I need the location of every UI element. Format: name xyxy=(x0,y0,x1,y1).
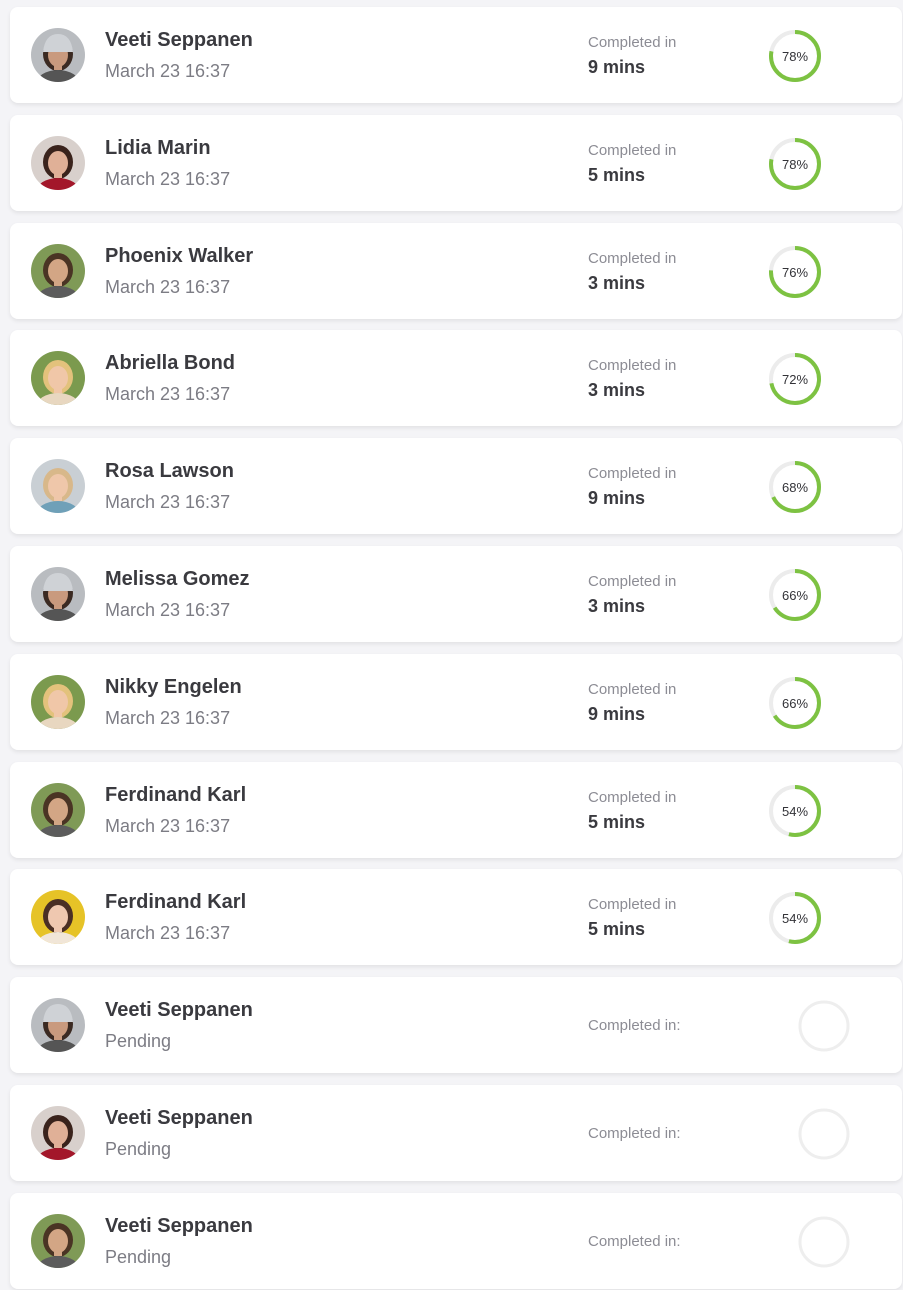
score-label: 76% xyxy=(782,265,808,280)
completion-duration: 5 mins xyxy=(588,811,646,832)
completed-in-label: Completed in xyxy=(588,249,677,267)
avatar xyxy=(31,28,85,82)
score-ring-empty xyxy=(796,998,852,1054)
completion-date: March 23 16:37 xyxy=(105,384,231,405)
score-ring: 68% xyxy=(766,458,824,516)
participant-name: Phoenix Walker xyxy=(105,244,254,267)
pending-status: Pending xyxy=(105,1246,172,1267)
completion-duration: 5 mins xyxy=(588,919,646,940)
avatar xyxy=(31,351,85,406)
score-ring: 54% xyxy=(766,889,824,947)
empty-progress-ring xyxy=(798,1000,850,1052)
participant-name: Ferdinand Karl xyxy=(105,783,247,806)
participant-name: Veeti Seppanen xyxy=(105,29,253,51)
completion-date: March 23 16:37 xyxy=(105,707,231,728)
participant-name: Melissa Gomez xyxy=(105,568,250,590)
completed-in-label: Completed in xyxy=(588,357,677,375)
avatar xyxy=(31,890,85,945)
participant-name: Veeti Seppanen xyxy=(105,1214,253,1237)
pending-status: Pending xyxy=(105,1139,172,1159)
score-ring: 72% xyxy=(766,350,824,408)
avatar xyxy=(31,135,85,190)
completion-date: March 23 16:37 xyxy=(105,815,231,836)
participant-name: Rosa Lawson xyxy=(105,460,234,483)
completion-duration: 9 mins xyxy=(588,703,646,724)
pending-status: Pending xyxy=(105,1031,172,1052)
avatar xyxy=(31,1106,85,1160)
avatar xyxy=(31,1213,85,1268)
score-label: 66% xyxy=(782,696,808,711)
avatar xyxy=(31,998,85,1053)
completion-date: March 23 16:37 xyxy=(105,61,231,81)
empty-progress-ring xyxy=(798,1216,850,1268)
result-card[interactable]: Veeti Seppanen March 23 16:37 Completed in… xyxy=(10,7,902,103)
result-card[interactable]: Melissa Gomez March 23 16:37 Completed in 3… xyxy=(10,546,902,642)
participant-name: Veeti Seppanen xyxy=(105,1107,253,1129)
avatar xyxy=(31,243,85,298)
completed-in-label: Completed in xyxy=(588,680,677,698)
completion-duration: 3 mins xyxy=(588,380,646,401)
result-card[interactable]: Phoenix Walker March 23 16:37 Completed in… xyxy=(10,222,902,319)
score-ring: 78% xyxy=(766,135,824,193)
pending-result-card[interactable]: Veeti Seppanen Pending Completed in: xyxy=(10,1192,902,1289)
result-card[interactable]: Abriella Bond March 23 16:37 Completed in 3… xyxy=(10,330,902,427)
score-ring: 66% xyxy=(766,674,824,732)
score-label: 68% xyxy=(782,480,808,495)
participant-name: Nikky Engelen xyxy=(105,675,242,698)
score-ring-empty xyxy=(796,1214,852,1270)
avatar xyxy=(31,782,85,837)
participant-name: Ferdinand Karl xyxy=(105,891,247,914)
completed-in-label: Completed in xyxy=(588,141,677,159)
score-ring-empty xyxy=(796,1106,852,1162)
completed-in-label: Completed in xyxy=(588,896,677,914)
avatar xyxy=(31,674,85,729)
completion-date: March 23 16:37 xyxy=(105,492,231,513)
completion-duration: 9 mins xyxy=(588,57,646,77)
participant-name: Veeti Seppanen xyxy=(105,999,253,1022)
completion-date: March 23 16:37 xyxy=(105,923,231,944)
result-card[interactable]: Ferdinand Karl March 23 16:37 Completed in… xyxy=(10,869,902,966)
completed-in-label: Completed in xyxy=(588,34,677,51)
avatar xyxy=(31,567,85,621)
result-card[interactable]: Nikky Engelen March 23 16:37 Completed in 9… xyxy=(10,653,902,750)
completed-in-label: Completed in xyxy=(588,788,677,806)
completed-in-label: Completed in: xyxy=(588,1232,681,1250)
completed-in-label: Completed in: xyxy=(588,1125,681,1142)
completed-in-label: Completed in: xyxy=(588,1017,681,1035)
empty-progress-ring xyxy=(798,1108,850,1160)
completion-duration: 5 mins xyxy=(588,164,646,185)
participant-name: Lidia Marin xyxy=(105,136,211,159)
completion-date: March 23 16:37 xyxy=(105,600,231,620)
score-label: 54% xyxy=(782,804,808,819)
participant-name: Abriella Bond xyxy=(105,352,236,375)
score-label: 66% xyxy=(782,588,808,603)
score-ring: 66% xyxy=(766,566,824,624)
completion-duration: 3 mins xyxy=(588,272,646,293)
results-list: Veeti Seppanen March 23 16:37 Completed in… xyxy=(0,0,903,1290)
score-label: 54% xyxy=(782,911,808,926)
score-ring: 78% xyxy=(766,27,824,85)
completion-duration: 3 mins xyxy=(588,596,646,616)
pending-result-card[interactable]: Veeti Seppanen Pending Completed in: xyxy=(10,1085,902,1181)
score-label: 78% xyxy=(782,157,808,172)
completion-date: March 23 16:37 xyxy=(105,276,231,297)
score-label: 78% xyxy=(782,49,808,64)
result-card[interactable]: Lidia Marin March 23 16:37 Completed in 5 m… xyxy=(10,114,902,211)
avatar xyxy=(31,459,85,514)
completed-in-label: Completed in xyxy=(588,465,677,483)
completion-duration: 9 mins xyxy=(588,488,646,509)
score-ring: 76% xyxy=(766,243,824,301)
score-ring: 54% xyxy=(766,782,824,840)
completion-date: March 23 16:37 xyxy=(105,168,231,189)
result-card[interactable]: Rosa Lawson March 23 16:37 Completed in 9 m… xyxy=(10,438,902,535)
pending-result-card[interactable]: Veeti Seppanen Pending Completed in: xyxy=(10,977,902,1074)
score-label: 72% xyxy=(782,372,808,387)
result-card[interactable]: Ferdinand Karl March 23 16:37 Completed in… xyxy=(10,761,902,858)
completed-in-label: Completed in xyxy=(588,573,677,590)
